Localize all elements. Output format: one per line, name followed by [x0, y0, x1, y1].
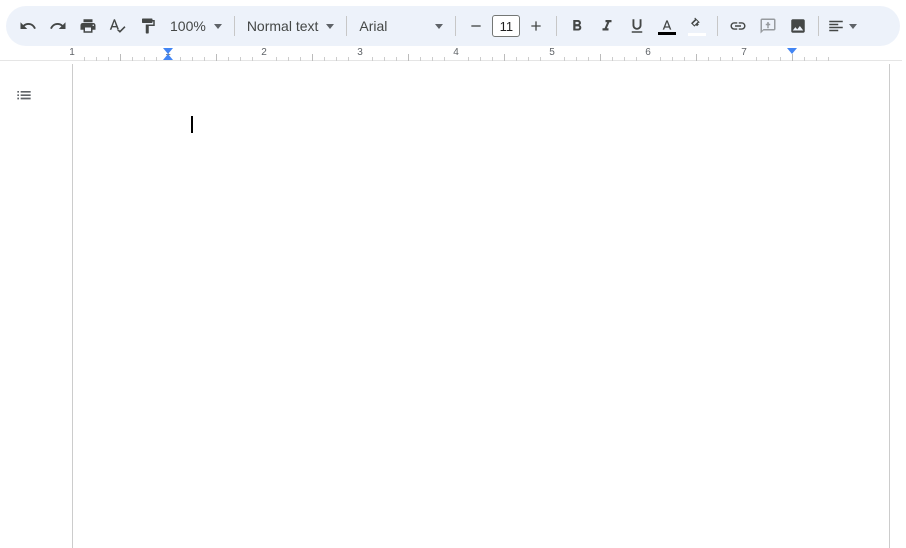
insert-link-button[interactable] — [724, 12, 752, 40]
first-line-indent-marker[interactable] — [163, 48, 173, 54]
dropdown-icon — [849, 24, 857, 29]
font-size-input[interactable] — [492, 15, 520, 37]
ruler-number: 2 — [261, 47, 267, 58]
text-align-dropdown[interactable] — [825, 12, 859, 40]
zoom-value: 100% — [170, 18, 206, 34]
document-page[interactable] — [72, 64, 890, 548]
dropdown-icon — [214, 24, 222, 29]
insert-comment-button[interactable] — [754, 12, 782, 40]
show-outline-button[interactable] — [10, 82, 38, 110]
text-cursor — [191, 116, 193, 133]
left-indent-marker[interactable] — [163, 54, 173, 60]
workspace — [0, 64, 906, 548]
outline-sidebar — [0, 64, 48, 548]
font-size-group — [462, 12, 550, 40]
separator — [455, 16, 456, 36]
paragraph-style-value: Normal text — [247, 18, 319, 34]
dropdown-icon — [435, 24, 443, 29]
separator — [556, 16, 557, 36]
paragraph-style-dropdown[interactable]: Normal text — [241, 12, 341, 40]
italic-button[interactable] — [593, 12, 621, 40]
page-canvas — [48, 64, 906, 548]
increase-font-size-button[interactable] — [522, 12, 550, 40]
font-family-dropdown[interactable]: Arial — [353, 12, 449, 40]
text-color-button[interactable] — [653, 12, 681, 40]
separator — [818, 16, 819, 36]
ruler-number: 6 — [645, 47, 651, 58]
highlight-color-button[interactable] — [683, 12, 711, 40]
insert-image-button[interactable] — [784, 12, 812, 40]
ruler-number: 5 — [549, 47, 555, 58]
separator — [234, 16, 235, 36]
text-color-swatch — [658, 32, 676, 35]
underline-button[interactable] — [623, 12, 651, 40]
formatting-toolbar: 100% Normal text Arial — [6, 6, 900, 46]
ruler-number: 3 — [357, 47, 363, 58]
highlight-color-swatch — [688, 33, 706, 36]
horizontal-ruler[interactable]: 11234567 — [0, 46, 906, 64]
separator — [717, 16, 718, 36]
ruler-number: 1 — [69, 47, 75, 58]
undo-button[interactable] — [14, 12, 42, 40]
font-family-value: Arial — [359, 18, 387, 34]
paint-format-button[interactable] — [134, 12, 162, 40]
spellcheck-button[interactable] — [104, 12, 132, 40]
right-indent-marker[interactable] — [787, 48, 797, 54]
dropdown-icon — [326, 24, 334, 29]
decrease-font-size-button[interactable] — [462, 12, 490, 40]
redo-button[interactable] — [44, 12, 72, 40]
ruler-number: 4 — [453, 47, 459, 58]
bold-button[interactable] — [563, 12, 591, 40]
zoom-dropdown[interactable]: 100% — [164, 12, 228, 40]
separator — [346, 16, 347, 36]
ruler-number: 7 — [741, 47, 747, 58]
print-button[interactable] — [74, 12, 102, 40]
